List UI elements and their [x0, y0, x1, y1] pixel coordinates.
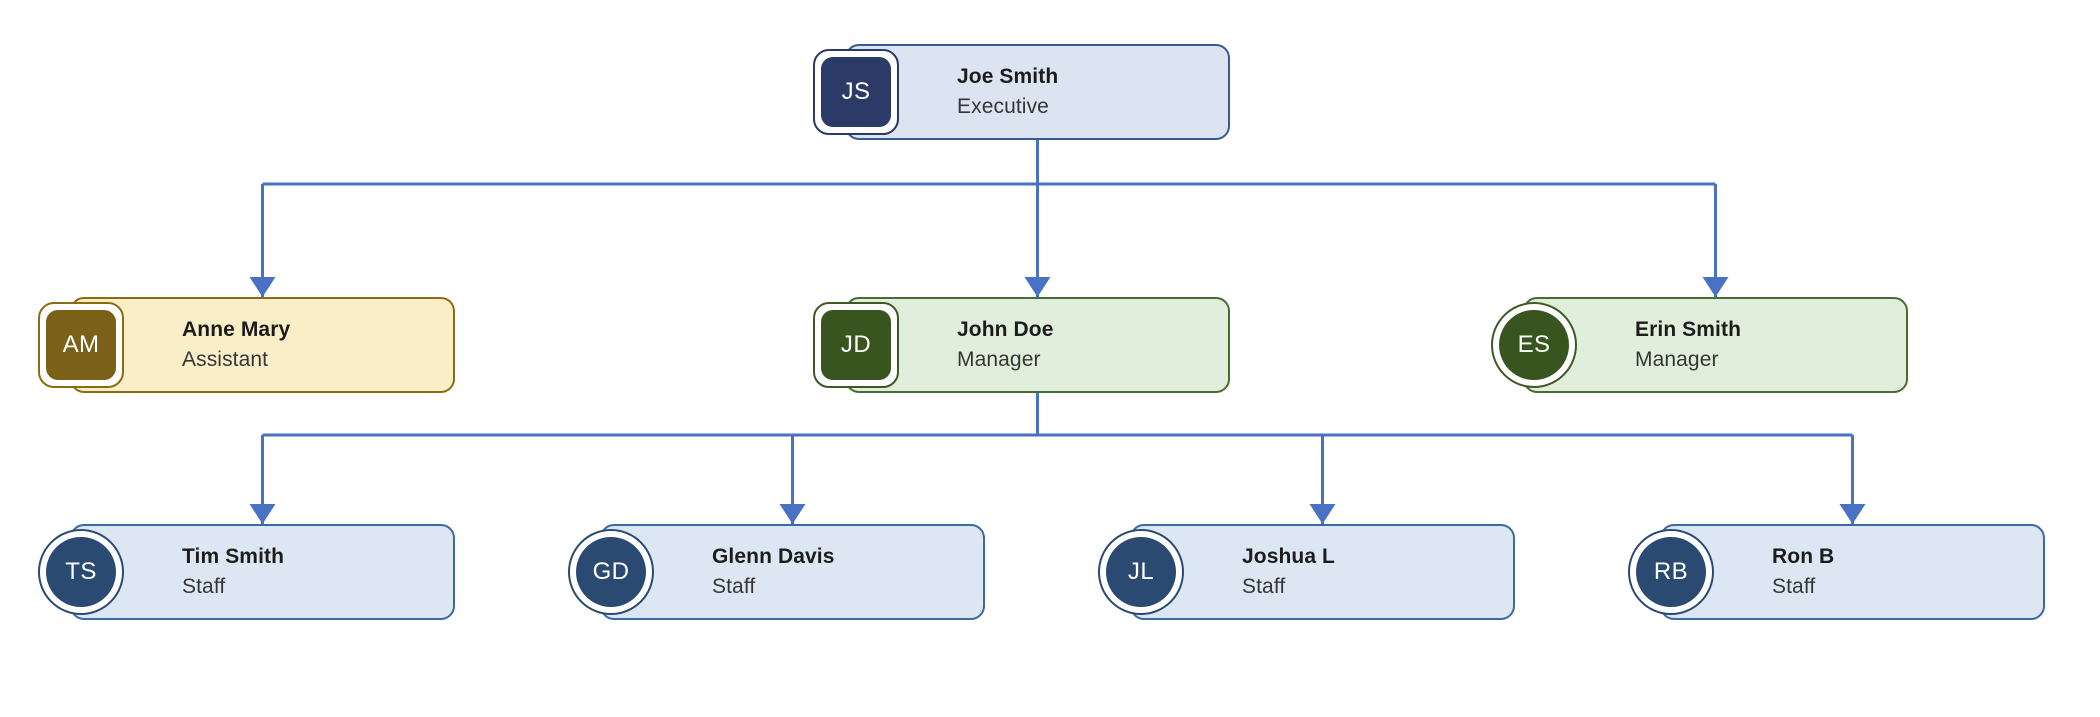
org-node-glenn-davis[interactable]: Glenn Davis Staff GD	[568, 524, 985, 620]
arrowhead-joe-smith-to-anne-mary	[249, 277, 276, 297]
avatar-initials: JL	[1106, 537, 1176, 607]
arrowhead-john-doe-to-tim-smith	[249, 504, 276, 524]
node-avatar: TS	[38, 529, 124, 615]
node-text-block: Anne Mary Assistant	[182, 316, 290, 374]
org-chart-canvas: Joe Smith Executive JS Anne Mary Assistant AM…	[0, 0, 2100, 717]
node-avatar: AM	[38, 302, 124, 388]
node-name: Glenn Davis	[712, 545, 835, 569]
node-role: Staff	[1242, 575, 1286, 599]
arrowhead-joe-smith-to-john-doe	[1024, 277, 1051, 297]
node-avatar: GD	[568, 529, 654, 615]
org-node-john-doe[interactable]: John Doe Manager JD	[813, 297, 1230, 393]
org-node-erin-smith[interactable]: Erin Smith Manager ES	[1491, 297, 1908, 393]
org-node-anne-mary[interactable]: Anne Mary Assistant AM	[38, 297, 455, 393]
avatar-initials: JS	[821, 57, 891, 127]
node-role: Manager	[957, 348, 1041, 372]
org-node-joshua-l[interactable]: Joshua L Staff JL	[1098, 524, 1515, 620]
node-text-block: Ron B Staff	[1772, 543, 1834, 601]
node-text-block: Joe Smith Executive	[957, 63, 1058, 121]
node-text-block: John Doe Manager	[957, 316, 1053, 374]
node-name: John Doe	[957, 318, 1054, 342]
node-name: Joe Smith	[957, 65, 1059, 89]
node-name: Erin Smith	[1635, 318, 1742, 342]
org-node-tim-smith[interactable]: Tim Smith Staff TS	[38, 524, 455, 620]
avatar-initials: RB	[1636, 537, 1706, 607]
node-text-block: Tim Smith Staff	[182, 543, 284, 601]
node-avatar: JD	[813, 302, 899, 388]
arrowhead-joe-smith-to-erin-smith	[1702, 277, 1729, 297]
avatar-initials: AM	[46, 310, 116, 380]
node-avatar: ES	[1491, 302, 1577, 388]
avatar-initials: TS	[46, 537, 116, 607]
node-role: Manager	[1635, 348, 1719, 372]
node-avatar: RB	[1628, 529, 1714, 615]
node-role: Assistant	[182, 348, 269, 372]
arrowhead-john-doe-to-glenn-davis	[779, 504, 806, 524]
node-avatar: JS	[813, 49, 899, 135]
node-role: Staff	[182, 575, 226, 599]
org-node-ron-b[interactable]: Ron B Staff RB	[1628, 524, 2045, 620]
avatar-initials: JD	[821, 310, 891, 380]
arrowhead-john-doe-to-joshua-l	[1309, 504, 1336, 524]
avatar-initials: ES	[1499, 310, 1569, 380]
node-role: Staff	[712, 575, 756, 599]
node-card	[1660, 524, 2045, 620]
node-name: Joshua L	[1242, 545, 1335, 569]
avatar-initials: GD	[576, 537, 646, 607]
arrowhead-john-doe-to-ron-b	[1839, 504, 1866, 524]
node-name: Anne Mary	[182, 318, 291, 342]
node-name: Ron B	[1772, 545, 1835, 569]
node-avatar: JL	[1098, 529, 1184, 615]
node-role: Staff	[1772, 575, 1816, 599]
org-node-joe-smith[interactable]: Joe Smith Executive JS	[813, 44, 1230, 140]
node-text-block: Glenn Davis Staff	[712, 543, 834, 601]
node-text-block: Erin Smith Manager	[1635, 316, 1741, 374]
node-name: Tim Smith	[182, 545, 285, 569]
node-text-block: Joshua L Staff	[1242, 543, 1335, 601]
node-role: Executive	[957, 95, 1049, 119]
